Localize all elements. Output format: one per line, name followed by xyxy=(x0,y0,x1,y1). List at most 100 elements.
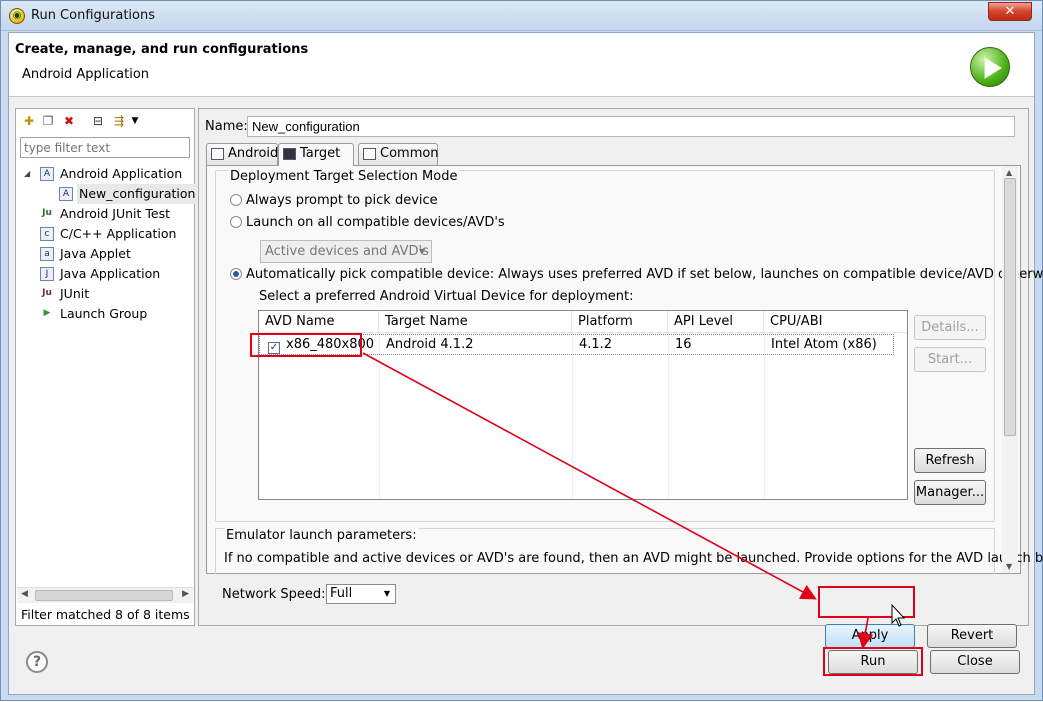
scroll-up-icon[interactable]: ▲ xyxy=(1006,168,1012,177)
col-api-level[interactable]: API Level xyxy=(668,311,764,333)
radio-auto-pick[interactable]: Automatically pick compatible device: Al… xyxy=(230,267,1043,282)
emulator-description: If no compatible and active devices or A… xyxy=(224,551,1043,566)
details-button[interactable]: Details... xyxy=(914,315,986,340)
tree-item-label: Launch Group xyxy=(60,306,148,321)
new-config-icon[interactable]: ✚ xyxy=(22,114,36,128)
tree-item-new-configuration[interactable]: A New_configuration xyxy=(16,184,198,204)
refresh-button[interactable]: Refresh xyxy=(914,448,986,473)
config-toolbar: ✚ ❐ ✖ ⊟ ⇶ ▼ xyxy=(20,112,190,132)
chevron-down-icon[interactable]: ▼ xyxy=(384,585,390,603)
window-title: Run Configurations xyxy=(31,8,155,23)
tree-item-label: New_configuration xyxy=(77,184,198,204)
target-tab-panel: Deployment Target Selection Mode Always … xyxy=(206,165,1043,574)
tab-label: Target xyxy=(300,146,341,161)
manager-button[interactable]: Manager... xyxy=(914,480,986,505)
configuration-tree: ◢ A Android Application A New_configurat… xyxy=(16,164,198,324)
run-configurations-window: ◉ Run Configurations ✕ Create, manage, a… xyxy=(0,0,1043,701)
deployment-group-title: Deployment Target Selection Mode xyxy=(228,169,460,184)
tab-android[interactable]: Android xyxy=(206,143,278,165)
window-close-button[interactable]: ✕ xyxy=(988,2,1032,21)
tab-label: Android xyxy=(228,146,279,161)
run-play-icon xyxy=(970,47,1010,87)
header-title: Create, manage, and run configurations xyxy=(15,42,309,57)
emulator-group-title: Emulator launch parameters: xyxy=(224,528,419,543)
cpu-abi-cell: Intel Atom (x86) xyxy=(771,337,877,352)
configuration-editor-pane: Name: Android Target Common Deploy xyxy=(198,108,1043,648)
close-button[interactable]: Close xyxy=(930,650,1020,674)
tree-item-label: Java Applet xyxy=(60,246,131,261)
duplicate-icon[interactable]: ❐ xyxy=(41,114,55,128)
emulator-params-group: Emulator launch parameters: If no compat… xyxy=(215,528,1043,574)
chevron-down-icon: ▼ xyxy=(418,247,425,256)
title-bar: ◉ Run Configurations ✕ xyxy=(1,1,1042,31)
java-applet-icon: a xyxy=(40,247,54,261)
configuration-list-pane: ✚ ❐ ✖ ⊟ ⇶ ▼ ◢ A Android Application A Ne… xyxy=(15,108,198,626)
chevron-down-icon[interactable]: ▼ xyxy=(128,114,142,128)
filter-input[interactable] xyxy=(20,137,190,158)
combo-value: Active devices and AVD's xyxy=(265,244,429,259)
name-label: Name: xyxy=(205,119,248,134)
radio-button[interactable] xyxy=(230,216,242,228)
java-app-icon: J xyxy=(40,267,54,281)
col-avd-name[interactable]: AVD Name xyxy=(259,311,379,333)
configuration-name-input[interactable] xyxy=(247,116,1015,137)
tree-item-java-application[interactable]: J Java Application xyxy=(16,264,194,284)
avd-table-header: AVD Name Target Name Platform API Level … xyxy=(259,311,907,333)
launch-group-icon: ▶ xyxy=(43,308,51,318)
tab-target[interactable]: Target xyxy=(278,143,354,166)
column-divider xyxy=(764,333,765,499)
network-speed-label: Network Speed: xyxy=(222,587,326,602)
expand-twisty-icon[interactable]: ◢ xyxy=(24,164,30,184)
eclipse-app-icon: ◉ xyxy=(9,8,25,24)
annotation-box-apply xyxy=(818,586,915,618)
vertical-scrollbar[interactable]: ▲ ▼ xyxy=(1002,166,1018,573)
scroll-right-icon[interactable]: ▶ xyxy=(182,589,189,599)
tree-item-cpp-application[interactable]: c C/C++ Application xyxy=(16,224,194,244)
tree-item-android-junit-test[interactable]: Ju Android JUnit Test xyxy=(16,204,194,224)
scroll-thumb[interactable] xyxy=(35,590,173,601)
android-config-icon: A xyxy=(59,187,73,201)
column-divider xyxy=(379,333,380,499)
apply-button[interactable]: Apply xyxy=(825,624,915,648)
tree-item-launch-group[interactable]: ▶ Launch Group xyxy=(16,304,194,324)
help-icon[interactable]: ? xyxy=(26,651,48,673)
scroll-thumb[interactable] xyxy=(1004,178,1016,436)
api-level-cell: 16 xyxy=(675,337,692,352)
column-divider xyxy=(572,333,573,499)
tree-item-junit[interactable]: Ju JUnit xyxy=(16,284,194,304)
col-target-name[interactable]: Target Name xyxy=(379,311,572,333)
tree-item-label: JUnit xyxy=(60,286,90,301)
tree-item-android-application[interactable]: ◢ A Android Application xyxy=(16,164,194,184)
horizontal-scrollbar[interactable]: ◀ ▶ xyxy=(17,587,193,603)
junit-icon: Ju xyxy=(42,288,52,298)
radio-always-prompt[interactable]: Always prompt to pick device xyxy=(230,193,438,208)
col-platform[interactable]: Platform xyxy=(572,311,668,333)
platform-cell: 4.1.2 xyxy=(579,337,613,352)
tab-label: Common xyxy=(380,146,439,161)
tree-item-label: Android Application xyxy=(60,166,183,181)
tree-item-java-applet[interactable]: a Java Applet xyxy=(16,244,194,264)
active-devices-combo: Active devices and AVD's ▼ xyxy=(260,240,432,263)
radio-label: Always prompt to pick device xyxy=(246,193,438,208)
radio-launch-all[interactable]: Launch on all compatible devices/AVD's xyxy=(230,215,505,230)
collapse-all-icon[interactable]: ⊟ xyxy=(91,114,105,128)
network-speed-combo[interactable]: Full ▼ xyxy=(326,584,396,604)
col-cpu-abi[interactable]: CPU/ABI xyxy=(764,311,904,333)
revert-button[interactable]: Revert xyxy=(927,624,1017,648)
tab-common[interactable]: Common xyxy=(358,143,439,165)
start-button[interactable]: Start... xyxy=(914,347,986,372)
annotation-box-avd xyxy=(250,333,362,357)
android-tab-icon xyxy=(211,148,224,160)
dialog-header: Create, manage, and run configurations A… xyxy=(9,33,1034,97)
radio-button[interactable] xyxy=(230,194,242,206)
radio-button-selected[interactable] xyxy=(230,268,242,280)
tree-item-label: Java Application xyxy=(60,266,161,281)
tree-item-label: C/C++ Application xyxy=(60,226,177,241)
junit-icon: Ju xyxy=(42,208,52,218)
scroll-down-icon[interactable]: ▼ xyxy=(1006,562,1012,571)
filter-icon[interactable]: ⇶ xyxy=(112,114,126,128)
radio-label: Launch on all compatible devices/AVD's xyxy=(246,215,505,230)
common-tab-icon xyxy=(363,148,376,160)
scroll-left-icon[interactable]: ◀ xyxy=(21,589,28,599)
delete-icon[interactable]: ✖ xyxy=(62,114,76,128)
